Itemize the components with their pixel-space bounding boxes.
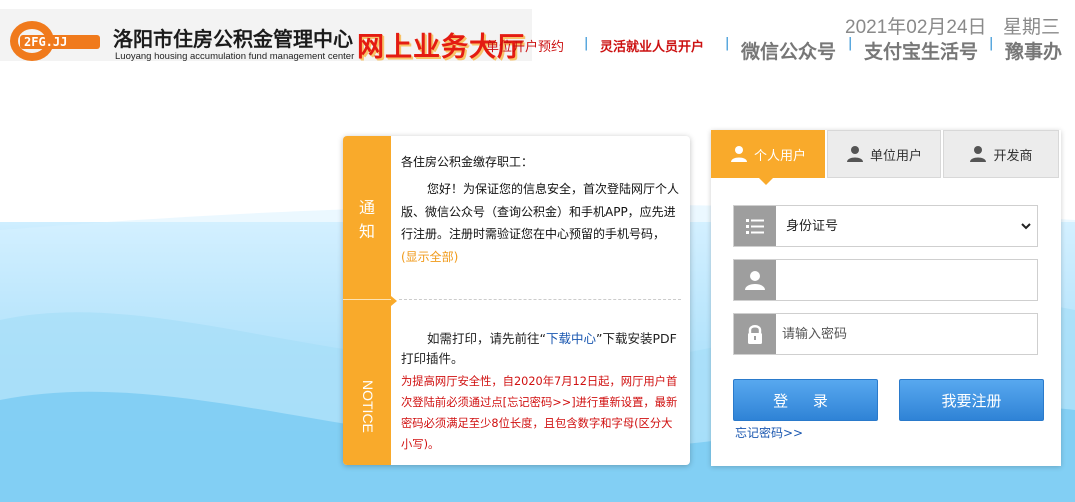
forgot-password-link[interactable]: 忘记密码>> <box>735 424 803 441</box>
show-all-link[interactable]: (显示全部) <box>401 250 458 264</box>
username-input[interactable] <box>782 264 1034 296</box>
svg-text:2FG.JJ: 2FG.JJ <box>24 35 67 49</box>
user-icon <box>846 146 863 162</box>
notice-card: 通知 NOTICE 各住房公积金缴存职工： 您好！为保证您的信息安全，首次登陆网… <box>343 136 690 465</box>
strip-notch <box>391 296 397 306</box>
user-type-tabs: 个人用户 单位用户 开发商 <box>711 130 1061 178</box>
current-date: 2021年02月24日 <box>845 17 987 38</box>
logo-banner: 2FG.JJ 洛阳市住房公积金管理中心 Luoyang housing accu… <box>0 9 532 63</box>
notice-body: 各住房公积金缴存职工： 您好！为保证您的信息安全，首次登陆网厅个人版、微信公众号… <box>399 136 684 465</box>
notice-paragraph-register: 您好！为保证您的信息安全，首次登陆网厅个人版、微信公众号（查询公积金）和手机AP… <box>401 178 681 268</box>
nav-flexible-employment-account[interactable]: 灵活就业人员开户 <box>600 36 704 55</box>
tab-label: 单位用户 <box>869 148 922 164</box>
user-icon <box>970 146 987 162</box>
login-panel: 个人用户 单位用户 开发商 身份证号 登 录 我要注册 忘记密码>> <box>711 130 1061 466</box>
nav-unit-account-appointment[interactable]: 单位开户预约 <box>486 36 564 55</box>
nav-alipay-life-account[interactable]: 支付宝生活号 <box>864 37 978 64</box>
notice-strip-title-cn: 通知 <box>358 198 375 241</box>
notice-print-text-before: 如需打印，请先前往“ <box>427 331 546 346</box>
list-icon <box>734 206 776 246</box>
login-button[interactable]: 登 录 <box>733 379 878 421</box>
user-icon <box>730 146 747 162</box>
notice-greeting: 各住房公积金缴存职工： <box>401 155 534 169</box>
user-icon <box>734 260 776 300</box>
active-tab-notch <box>759 178 773 185</box>
nav-wechat-official-account[interactable]: 微信公众号 <box>741 37 836 64</box>
strip-divider <box>343 299 391 300</box>
register-button[interactable]: 我要注册 <box>899 379 1044 421</box>
current-weekday: 星期三 <box>1003 16 1061 38</box>
tab-personal-user[interactable]: 个人用户 <box>711 130 825 178</box>
notice-paragraph-security: 为提高网厅安全性，自2020年7月12日起，网厅用户首次登陆前必须通过点[忘记密… <box>401 375 678 451</box>
notice-paragraph-register-text: 您好！为保证您的信息安全，首次登陆网厅个人版、微信公众号（查询公积金）和手机AP… <box>401 182 680 241</box>
nav-separator: | <box>584 36 589 51</box>
notice-strip-title-en: NOTICE <box>360 380 376 433</box>
nav-separator: | <box>848 36 853 51</box>
notice-divider <box>399 299 681 300</box>
id-type-select[interactable]: 身份证号 <box>782 210 1034 242</box>
org-name-cn: 洛阳市住房公积金管理中心 <box>113 27 353 51</box>
nav-yushiban[interactable]: 豫事办 <box>1005 37 1062 64</box>
download-center-link[interactable]: 下载中心 <box>546 331 596 346</box>
header: 2FG.JJ 洛阳市住房公积金管理中心 Luoyang housing accu… <box>0 0 1075 64</box>
password-field <box>733 313 1038 355</box>
username-field <box>733 259 1038 301</box>
password-input[interactable] <box>782 318 1034 350</box>
tab-unit-user[interactable]: 单位用户 <box>827 130 941 178</box>
fund-logo-icon: 2FG.JJ <box>10 21 100 61</box>
lock-icon <box>734 314 776 354</box>
tab-label: 个人用户 <box>753 148 806 164</box>
tab-label: 开发商 <box>993 148 1033 164</box>
nav-separator: | <box>725 36 730 51</box>
tab-developer[interactable]: 开发商 <box>943 130 1059 178</box>
notice-strip: 通知 NOTICE <box>343 136 391 465</box>
org-name-en: Luoyang housing accumulation fund manage… <box>115 51 355 62</box>
nav-separator: | <box>989 36 994 51</box>
id-type-field: 身份证号 <box>733 205 1038 247</box>
notice-paragraph-print: 如需打印，请先前往“下载中心”下载安装PDF打印插件。 <box>401 329 681 369</box>
